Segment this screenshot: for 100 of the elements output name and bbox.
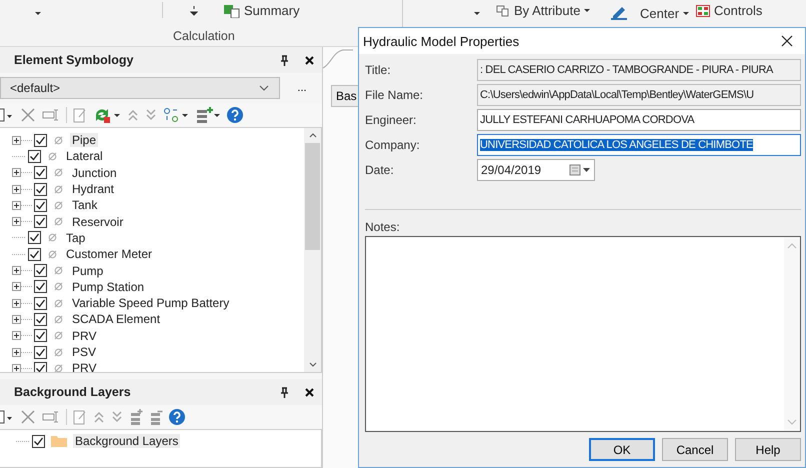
null-icon [54, 200, 63, 210]
calendar-icon[interactable] [569, 164, 591, 176]
pages-icon [496, 4, 510, 16]
close-icon[interactable] [305, 388, 314, 396]
tree-item[interactable]: Reservoir [70, 214, 126, 229]
tree-item[interactable]: SCADA Element [70, 312, 162, 326]
checkbox[interactable] [34, 134, 47, 147]
panel-title: Element Symbology [14, 53, 134, 67]
close-icon[interactable] [781, 35, 793, 47]
scroll-up-icon[interactable] [308, 133, 316, 138]
expand-icon[interactable] [12, 348, 32, 356]
caret-icon[interactable] [34, 11, 42, 16]
checkbox[interactable] [34, 362, 47, 372]
pin-icon[interactable] [280, 386, 289, 398]
checkbox[interactable] [34, 182, 47, 196]
dialog-title: Hydraulic Model Properties [363, 34, 520, 48]
expand-icon[interactable] [12, 168, 32, 178]
scrollbar[interactable] [304, 128, 321, 372]
expand-icon[interactable] [12, 266, 32, 276]
help-icon[interactable] [227, 107, 243, 123]
expand-icon[interactable] [12, 136, 32, 145]
null-icon [54, 314, 63, 324]
null-icon [54, 364, 63, 372]
checkbox[interactable] [34, 296, 47, 310]
center-button[interactable]: Center [640, 6, 690, 21]
tree-item[interactable]: Pipe [70, 133, 98, 148]
checkbox[interactable] [34, 346, 47, 358]
tree-item[interactable]: Customer Meter [64, 247, 154, 262]
dialog-button[interactable]: Cancel [662, 438, 728, 461]
checkbox[interactable] [28, 150, 41, 163]
expand-icon[interactable] [12, 298, 32, 308]
expand-icon[interactable] [12, 282, 32, 292]
null-icon [54, 136, 63, 145]
checkbox[interactable] [32, 434, 45, 448]
field-label: Engineer: [365, 112, 418, 126]
rename-icon[interactable] [42, 411, 60, 423]
checkbox[interactable] [34, 264, 47, 278]
help-icon[interactable] [169, 409, 185, 425]
expand-icon[interactable] [12, 184, 32, 194]
dialog-button[interactable]: Help [735, 438, 801, 461]
tree-item[interactable]: Lateral [64, 149, 105, 164]
checkbox[interactable] [34, 280, 47, 294]
date-field[interactable]: 29/04/2019 [477, 158, 595, 180]
new-icon[interactable] [0, 409, 14, 425]
profile-dropdown[interactable]: <default> [0, 77, 280, 99]
panel-title: Background Layers [14, 385, 132, 399]
by-attribute-button[interactable]: By Attribute [496, 3, 590, 18]
tree-item[interactable]: Hydrant [70, 182, 116, 196]
group-label: Calculation [173, 29, 235, 43]
checkbox[interactable] [34, 215, 47, 228]
checkbox[interactable] [34, 166, 47, 180]
checkbox[interactable] [34, 198, 47, 212]
tree-item[interactable]: Junction [70, 166, 119, 180]
null-icon [48, 250, 57, 259]
caret-icon[interactable] [473, 11, 481, 16]
readonly-field[interactable]: C:\Users\edwin\AppData\Local\Temp\Bentley\WaterGEMS\U [477, 84, 801, 106]
rename-icon[interactable] [42, 109, 60, 121]
summary-button[interactable]: Summary [224, 3, 300, 18]
checkbox[interactable] [28, 248, 41, 261]
tree-item[interactable]: Tap [64, 230, 88, 245]
input-field[interactable]: UNIVERSIDAD CATOLICA LOS ANGELES DE CHIMBOTE [477, 134, 801, 156]
tree-item[interactable]: PRV [70, 328, 98, 343]
tree-item[interactable]: Pump Station [70, 280, 146, 294]
caret-icon [584, 8, 590, 12]
tree-item[interactable]: PSV [70, 345, 98, 359]
add-list-icon[interactable] [129, 409, 143, 425]
expand-icon[interactable] [12, 314, 32, 324]
readonly-field[interactable]: : DEL CASERIO CARRIZO - TAMBOGRANDE - PIURA - PIURA [477, 58, 801, 80]
more-button[interactable]: ... [290, 82, 314, 94]
checkbox[interactable] [34, 312, 47, 326]
close-icon[interactable] [305, 56, 314, 64]
null-icon [54, 168, 63, 178]
expand-icon[interactable] [12, 200, 32, 210]
pin-icon[interactable] [280, 54, 289, 66]
field-label: File Name: [365, 88, 424, 102]
tree-item[interactable]: Pump [70, 264, 106, 278]
caret-icon[interactable] [190, 6, 198, 16]
expand-icon[interactable] [12, 217, 32, 226]
input-field[interactable]: JULLY ESTEFANI CARHUAPOMA CORDOVA [477, 108, 801, 130]
pencil-icon[interactable] [610, 4, 628, 20]
scroll-down-icon[interactable] [308, 362, 316, 367]
tree-item[interactable]: Variable Speed Pump Battery [70, 296, 232, 310]
dialog-button[interactable]: OK [589, 438, 655, 461]
checkbox[interactable] [34, 329, 47, 342]
tree-item[interactable]: PRV [70, 361, 98, 372]
chevron-down-icon [259, 85, 269, 91]
checkbox[interactable] [28, 231, 41, 244]
remove-list-icon[interactable] [149, 409, 163, 425]
delete-icon[interactable] [20, 409, 36, 425]
add-list-icon[interactable] [195, 106, 221, 124]
tree-item[interactable]: Tank [70, 198, 100, 212]
new-icon[interactable] [0, 107, 14, 123]
expand-icon[interactable] [12, 331, 32, 340]
nodes-icon[interactable] [163, 107, 189, 123]
null-icon [48, 152, 57, 161]
null-icon [54, 266, 63, 276]
delete-icon[interactable] [20, 107, 36, 123]
expand-icon[interactable] [12, 364, 32, 372]
controls-button[interactable]: Controls [696, 3, 762, 18]
tree-item[interactable]: Background Layers [73, 434, 180, 448]
